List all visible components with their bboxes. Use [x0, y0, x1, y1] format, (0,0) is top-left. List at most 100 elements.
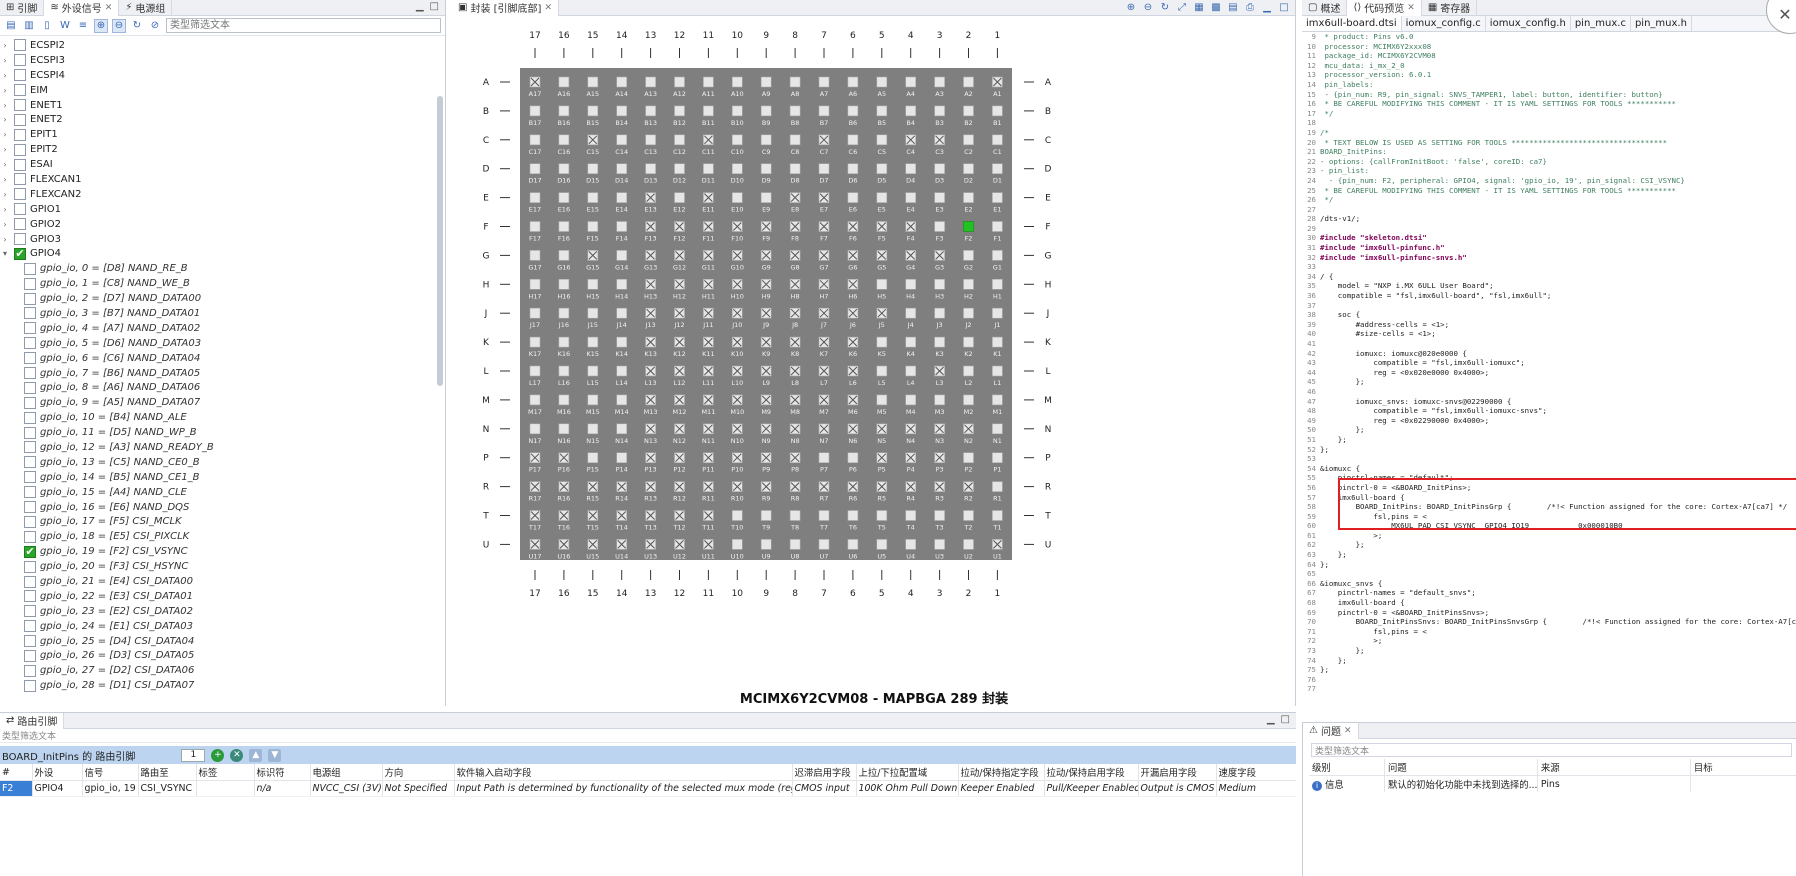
code-editor[interactable]: 9 * product: Pins v6.0 10 processor: MCIM… — [1302, 32, 1796, 712]
signal-tree-child[interactable]: gpio_io, 22 = [E3] CSI_DATA01 — [0, 589, 432, 604]
signal-checkbox[interactable] — [24, 262, 36, 275]
pin-E16[interactable] — [558, 192, 570, 203]
pin-U4[interactable] — [905, 539, 917, 550]
signal-checkbox[interactable] — [14, 158, 26, 171]
signal-tree-child[interactable]: gpio_io, 0 = [D8] NAND_RE_B — [0, 261, 432, 276]
signal-checkbox[interactable] — [14, 128, 26, 141]
pin-D5[interactable] — [876, 163, 888, 174]
signal-tree-child[interactable]: gpio_io, 20 = [F3] CSI_HSYNC — [0, 559, 432, 574]
signal-checkbox[interactable] — [24, 590, 36, 603]
zoom-in-icon[interactable]: ⊕ — [1124, 0, 1138, 14]
pin-H5[interactable] — [876, 278, 888, 290]
pin-T7[interactable] — [818, 510, 830, 521]
signal-tree-item[interactable]: › ENET1 — [0, 98, 432, 113]
pin-P15[interactable] — [587, 452, 599, 464]
filter-list-icon[interactable]: ≡ — [76, 19, 90, 33]
routed-cell[interactable]: n/a — [254, 780, 311, 797]
pin-H4[interactable] — [905, 278, 917, 290]
pin-H3[interactable] — [934, 278, 945, 290]
chevron-right-icon[interactable]: › — [0, 86, 10, 95]
pin-A9[interactable] — [760, 76, 772, 88]
signal-tree-child[interactable]: gpio_io, 5 = [D6] NAND_DATA03 — [0, 336, 432, 351]
file-tab-pin-mux-c[interactable]: pin_mux.c — [1571, 16, 1631, 31]
close-icon[interactable]: ✕ — [1344, 726, 1352, 736]
routed-cell[interactable]: Output is CMOS — [1138, 780, 1217, 797]
signal-tree-child[interactable]: gpio_io, 25 = [D4] CSI_DATA04 — [0, 634, 432, 649]
pin-E2[interactable] — [963, 192, 974, 203]
pin-M15[interactable] — [587, 394, 599, 406]
chevron-right-icon[interactable]: › — [0, 56, 10, 65]
signal-tree-item[interactable]: › FLEXCAN1 — [0, 172, 432, 187]
pin-L15[interactable] — [587, 365, 599, 377]
pin-C9[interactable] — [760, 134, 772, 146]
pin-A4[interactable] — [905, 76, 917, 88]
signal-checkbox[interactable] — [14, 69, 26, 82]
signal-tree-item[interactable]: › EPIT2 — [0, 142, 432, 157]
tab-power-groups[interactable]: ⚡ 电源组 — [119, 0, 173, 16]
pin-K2[interactable] — [963, 336, 974, 348]
pin-G14[interactable] — [616, 250, 627, 261]
pin-D2[interactable] — [963, 163, 974, 174]
pin-F2[interactable] — [963, 221, 974, 232]
routed-column-header[interactable]: 标签 — [196, 764, 255, 781]
pin-K5[interactable] — [876, 336, 888, 348]
signal-checkbox[interactable] — [24, 560, 36, 573]
pin-K15[interactable] — [587, 336, 599, 348]
routed-column-header[interactable]: # — [0, 764, 33, 781]
pin-F17[interactable] — [529, 221, 541, 232]
problems-column-header[interactable]: 级别 — [1309, 759, 1385, 776]
filter-w-icon[interactable]: W — [58, 19, 72, 33]
pin-A14[interactable] — [616, 76, 627, 88]
route-count-stepper[interactable]: 1 — [181, 748, 206, 762]
signal-checkbox[interactable] — [24, 530, 36, 543]
pin-D16[interactable] — [558, 163, 570, 174]
signal-checkbox[interactable] — [24, 635, 36, 648]
pin-H14[interactable] — [616, 278, 627, 290]
signal-checkbox[interactable] — [24, 501, 36, 514]
pin-T3[interactable] — [934, 510, 945, 521]
problems-column-header[interactable]: 问题 — [1384, 759, 1538, 776]
pin-A3[interactable] — [934, 76, 945, 88]
pin-E12[interactable] — [674, 192, 685, 203]
pin-M5[interactable] — [876, 394, 888, 406]
signal-checkbox[interactable] — [24, 441, 36, 454]
signal-tree-child[interactable]: gpio_io, 6 = [C6] NAND_DATA04 — [0, 351, 432, 366]
routed-column-header[interactable]: 标识符 — [254, 764, 311, 781]
pin-K3[interactable] — [934, 336, 945, 348]
signal-tree-item[interactable]: › EIM — [0, 83, 432, 98]
routed-column-header[interactable]: 外设 — [32, 764, 83, 781]
signal-checkbox[interactable] — [14, 39, 26, 52]
pin-L4[interactable] — [905, 365, 917, 377]
pin-B7[interactable] — [818, 105, 830, 117]
tab-package[interactable]: ▣ 封装 [引脚底部] ✕ — [452, 0, 559, 16]
signal-tree-scrollbar[interactable] — [437, 96, 443, 386]
pin-M3[interactable] — [934, 394, 945, 406]
pin-P6[interactable] — [847, 452, 859, 464]
pin-G1[interactable] — [992, 250, 1003, 261]
pin-C14[interactable] — [616, 134, 627, 146]
pin-C8[interactable] — [789, 134, 801, 146]
pin-A12[interactable] — [674, 76, 685, 88]
pin-B10[interactable] — [731, 105, 743, 117]
chevron-right-icon[interactable]: › — [0, 115, 10, 124]
signal-checkbox[interactable] — [24, 352, 36, 365]
signal-checkbox[interactable] — [24, 307, 36, 320]
tab-peripheral-signals[interactable]: ≋ 外设信号 ✕ — [44, 0, 120, 16]
pin-C2[interactable] — [963, 134, 974, 146]
table-row[interactable]: F2 GPIO4 gpio_io, 19 CSI_VSYNC n/a NVCC_CSI (… — [0, 780, 1296, 797]
pin-C12[interactable] — [674, 134, 685, 146]
pin-D11[interactable] — [703, 163, 714, 174]
pin-G16[interactable] — [558, 250, 570, 261]
pin-D7[interactable] — [818, 163, 830, 174]
pin-B4[interactable] — [905, 105, 917, 117]
pin-D12[interactable] — [674, 163, 685, 174]
signal-tree-item[interactable]: › GPIO2 — [0, 217, 432, 232]
close-icon[interactable]: ✕ — [1407, 3, 1415, 13]
pin-B12[interactable] — [674, 105, 685, 117]
pin-M17[interactable] — [529, 394, 541, 406]
signal-checkbox[interactable] — [14, 173, 26, 186]
pin-U7[interactable] — [818, 539, 830, 550]
pin-E10[interactable] — [731, 192, 743, 203]
chevron-right-icon[interactable]: › — [0, 71, 10, 80]
pin-B3[interactable] — [934, 105, 945, 117]
